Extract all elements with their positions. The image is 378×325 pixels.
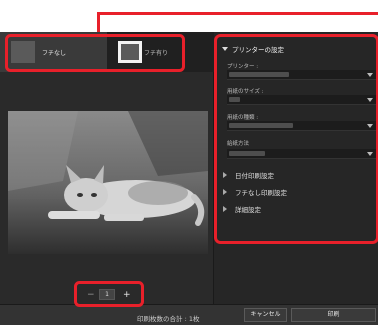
advanced-settings-section[interactable]: 詳細設定 [223,204,261,214]
paper-type-value-blurred [229,123,293,128]
paper-size-select[interactable] [227,95,377,105]
dropdown-arrow-icon [367,152,373,156]
bordered-label: フチ有り [144,50,169,57]
bordered-thumbnail [118,41,142,63]
next-page-button[interactable]: + [123,290,131,300]
expand-right-icon [223,172,227,178]
dropdown-arrow-icon [367,124,373,128]
paper-source-select[interactable] [227,149,377,159]
printer-settings-header[interactable]: プリンターの設定 [222,44,284,54]
expand-down-icon [222,47,228,51]
paper-source-value-blurred [229,151,265,156]
previous-page-button[interactable]: − [87,290,95,300]
dropdown-arrow-icon [367,98,373,102]
paper-size-value-blurred [229,97,240,102]
photo-preview [8,111,208,254]
action-bar: 印刷枚数の合計 : 1枚 キャンセル 印刷 [0,304,378,325]
printer-label: プリンター : [227,64,259,70]
borderless-label: フチなし [42,50,67,57]
paper-type-select[interactable] [227,121,377,131]
printer-select[interactable] [227,70,377,80]
callout-line-top [97,12,378,15]
dropdown-arrow-icon [367,73,373,77]
expand-right-icon [223,189,227,195]
bordered-option[interactable]: フチ有り [107,32,214,72]
page-number-field[interactable]: 1 [99,289,115,300]
expand-right-icon [223,206,227,212]
border-option-bar: フチなし フチ有り [0,32,214,72]
page-navigator: − 1 + [0,286,214,304]
borderless-thumbnail [11,41,35,63]
borderless-print-settings-section[interactable]: フチなし印刷設定 [223,187,287,197]
printer-settings-panel: プリンターの設定 プリンター : 用紙のサイズ : 用紙の種類 : 給紙方法 日… [214,32,378,304]
borderless-option[interactable]: フチなし [0,32,107,72]
cancel-button[interactable]: キャンセル [244,308,287,322]
paper-source-label: 給紙方法 [227,141,250,147]
date-print-settings-section[interactable]: 日付印刷設定 [223,170,274,180]
print-button[interactable]: 印刷 [291,308,376,322]
print-dialog: フチなし フチ有り − 1 + プリンターの設定 プリンター: 用紙のサイズ … [0,32,378,325]
cat-photo-image [8,111,208,254]
paper-type-label: 用紙の種類 : [227,115,259,121]
printer-value-blurred [229,72,289,77]
paper-size-label: 用紙のサイズ : [227,89,264,95]
preview-panel: フチなし フチ有り − 1 + [0,32,214,304]
total-print-count: 印刷枚数の合計 : 1枚 [137,315,200,323]
